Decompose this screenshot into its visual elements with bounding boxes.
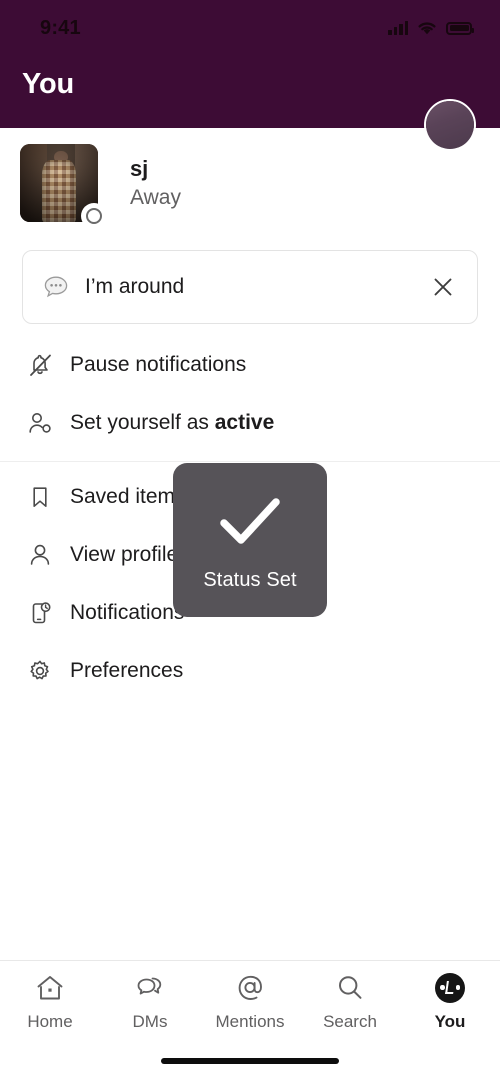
- menu-item-label: Preferences: [70, 659, 184, 682]
- tab-mentions[interactable]: Mentions: [200, 961, 300, 1041]
- tab-label: Mentions: [215, 1012, 285, 1031]
- toast-label: Status Set: [203, 569, 297, 591]
- menu-item-preferences[interactable]: Preferences: [0, 642, 500, 700]
- dms-icon: [133, 971, 167, 1005]
- tab-search[interactable]: Search: [300, 961, 400, 1041]
- person-toggle-icon: [22, 409, 58, 437]
- you-avatar-icon: [435, 971, 465, 1005]
- status-bar-indicators: [388, 21, 474, 36]
- profile-name: sj: [130, 155, 149, 181]
- speech-balloon-icon: [39, 274, 73, 300]
- gear-icon: [22, 657, 58, 685]
- mobile-bell-icon: [22, 599, 58, 627]
- person-icon: [22, 541, 58, 569]
- menu-item-label: Saved items: [70, 485, 186, 508]
- profile-row[interactable]: sj Away: [0, 128, 500, 236]
- menu-item-pause-notifications[interactable]: Pause notifications: [0, 336, 500, 394]
- tab-label: DMs: [132, 1012, 168, 1031]
- menu-item-label: Pause notifications: [70, 353, 247, 376]
- app-header: 9:41 You: [0, 0, 500, 151]
- profile-presence: Away: [130, 186, 181, 210]
- status-set-toast: Status Set: [173, 463, 327, 617]
- search-icon: [334, 971, 366, 1005]
- battery-full-icon: [446, 21, 474, 35]
- header-profile-avatar[interactable]: [424, 99, 476, 151]
- status-input[interactable]: I’m around: [22, 250, 478, 324]
- menu-item-label: Notifications: [70, 601, 185, 624]
- profile-text: sj Away: [130, 155, 181, 212]
- bookmark-icon: [22, 483, 58, 511]
- wifi-icon: [417, 21, 437, 36]
- at-mention-icon: [234, 971, 266, 1005]
- close-icon[interactable]: [427, 271, 459, 303]
- ios-status-bar: 9:41: [0, 0, 500, 56]
- status-bar-time: 9:41: [40, 16, 81, 39]
- status-value[interactable]: I’m around: [85, 275, 427, 299]
- tab-label: You: [434, 1012, 466, 1031]
- home-icon: [34, 971, 66, 1005]
- checkmark-icon: [214, 492, 286, 557]
- header-avatar-image: [426, 101, 474, 149]
- menu-item-set-active[interactable]: Set yourself as active: [0, 394, 500, 452]
- cellular-signal-icon: [388, 21, 408, 35]
- page-title: You: [22, 68, 75, 100]
- tab-home[interactable]: Home: [0, 961, 100, 1041]
- tab-avatar-image: [435, 973, 465, 1003]
- menu-group-primary: Pause notifications Set yourself as acti…: [0, 324, 500, 452]
- menu-item-label: Set yourself as active: [70, 411, 275, 434]
- tab-you[interactable]: You: [400, 961, 500, 1041]
- menu-item-label: View profile: [70, 543, 179, 566]
- tab-label: Search: [323, 1012, 377, 1031]
- tab-label: Home: [27, 1012, 73, 1031]
- menu-divider: [0, 461, 500, 462]
- bottom-tab-bar: Home DMs Mentions Search You: [0, 960, 500, 1080]
- away-circle-icon: [81, 203, 107, 229]
- bell-slash-icon: [22, 351, 58, 379]
- slack-you-screen: 9:41 You sj Away I’m around Pause notifi…: [0, 0, 500, 1080]
- tab-dms[interactable]: DMs: [100, 961, 200, 1041]
- avatar[interactable]: [20, 144, 107, 229]
- home-indicator: [161, 1058, 339, 1064]
